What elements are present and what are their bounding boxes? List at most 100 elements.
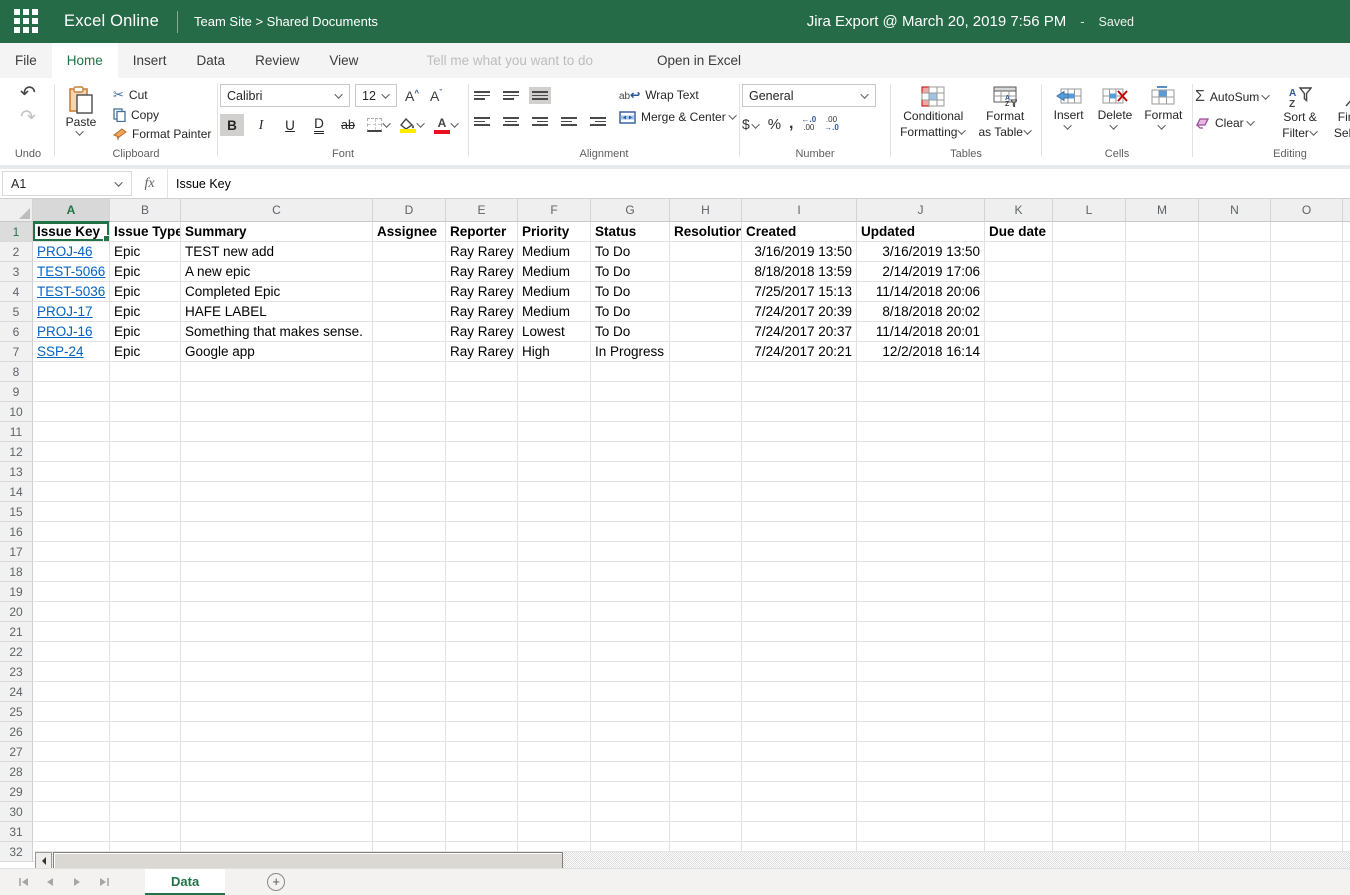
cell-B2[interactable]: Epic: [110, 242, 181, 262]
tell-me-input[interactable]: Tell me what you want to do: [411, 43, 608, 78]
cell-D6[interactable]: [373, 322, 446, 342]
underline-button[interactable]: U: [278, 114, 302, 136]
cell-N16[interactable]: [1199, 522, 1271, 542]
row-header-15[interactable]: 15: [0, 502, 33, 522]
cell-B4[interactable]: Epic: [110, 282, 181, 302]
tab-insert[interactable]: Insert: [118, 43, 182, 78]
percent-format-button[interactable]: %: [768, 116, 781, 133]
cell-O25[interactable]: [1271, 702, 1343, 722]
fill-color-button[interactable]: [398, 117, 427, 133]
cell-I11[interactable]: [742, 422, 857, 442]
add-sheet-button[interactable]: +: [267, 873, 285, 891]
cell-F24[interactable]: [518, 682, 591, 702]
cell-C9[interactable]: [181, 382, 373, 402]
cell-K30[interactable]: [985, 802, 1053, 822]
cell-H5[interactable]: [670, 302, 742, 322]
cell-D25[interactable]: [373, 702, 446, 722]
row-header-6[interactable]: 6: [0, 322, 33, 342]
cell-E8[interactable]: [446, 362, 518, 382]
cell-H25[interactable]: [670, 702, 742, 722]
cell-O9[interactable]: [1271, 382, 1343, 402]
cell-E20[interactable]: [446, 602, 518, 622]
cell-D8[interactable]: [373, 362, 446, 382]
cell-L24[interactable]: [1053, 682, 1126, 702]
cell-M25[interactable]: [1126, 702, 1199, 722]
cell-H7[interactable]: [670, 342, 742, 362]
cell-B19[interactable]: [110, 582, 181, 602]
cell-O5[interactable]: [1271, 302, 1343, 322]
cell-O11[interactable]: [1271, 422, 1343, 442]
cell-G7[interactable]: In Progress: [591, 342, 670, 362]
cell-C4[interactable]: Completed Epic: [181, 282, 373, 302]
cell-C7[interactable]: Google app: [181, 342, 373, 362]
cell-H19[interactable]: [670, 582, 742, 602]
cell-E14[interactable]: [446, 482, 518, 502]
row-header-20[interactable]: 20: [0, 602, 33, 622]
cell-O29[interactable]: [1271, 782, 1343, 802]
cell-C10[interactable]: [181, 402, 373, 422]
cell-J20[interactable]: [857, 602, 985, 622]
top-align-button[interactable]: [471, 87, 493, 104]
cell-D2[interactable]: [373, 242, 446, 262]
cell-A19[interactable]: [33, 582, 110, 602]
cell-A15[interactable]: [33, 502, 110, 522]
cell-B10[interactable]: [110, 402, 181, 422]
cell-E17[interactable]: [446, 542, 518, 562]
cell-D4[interactable]: [373, 282, 446, 302]
cell-K8[interactable]: [985, 362, 1053, 382]
cell-J18[interactable]: [857, 562, 985, 582]
cell-E7[interactable]: Ray Rarey: [446, 342, 518, 362]
cell-L17[interactable]: [1053, 542, 1126, 562]
cell-C6[interactable]: Something that makes sense.: [181, 322, 373, 342]
cell-M27[interactable]: [1126, 742, 1199, 762]
cell-A2[interactable]: PROJ-46: [33, 242, 110, 262]
cell-I12[interactable]: [742, 442, 857, 462]
format-cells-button[interactable]: Format: [1140, 84, 1186, 130]
cell-M30[interactable]: [1126, 802, 1199, 822]
cell-N12[interactable]: [1199, 442, 1271, 462]
column-header-E[interactable]: E: [446, 199, 518, 222]
tab-home[interactable]: Home: [52, 43, 118, 78]
cell-C8[interactable]: [181, 362, 373, 382]
merge-center-button[interactable]: Merge & Center: [619, 110, 737, 124]
cell-H12[interactable]: [670, 442, 742, 462]
cell-A6[interactable]: PROJ-16: [33, 322, 110, 342]
cell-B18[interactable]: [110, 562, 181, 582]
cell-F15[interactable]: [518, 502, 591, 522]
cell-O13[interactable]: [1271, 462, 1343, 482]
cell-F5[interactable]: Medium: [518, 302, 591, 322]
cell-J8[interactable]: [857, 362, 985, 382]
cell-M8[interactable]: [1126, 362, 1199, 382]
cell-L18[interactable]: [1053, 562, 1126, 582]
tab-file[interactable]: File: [0, 43, 52, 78]
cell-E18[interactable]: [446, 562, 518, 582]
cell-G6[interactable]: To Do: [591, 322, 670, 342]
cell-H26[interactable]: [670, 722, 742, 742]
cell-L19[interactable]: [1053, 582, 1126, 602]
cell-B12[interactable]: [110, 442, 181, 462]
cell-J26[interactable]: [857, 722, 985, 742]
cell-I14[interactable]: [742, 482, 857, 502]
cell-C21[interactable]: [181, 622, 373, 642]
cell-N24[interactable]: [1199, 682, 1271, 702]
cell-F7[interactable]: High: [518, 342, 591, 362]
align-right-button[interactable]: [529, 113, 551, 130]
cell-A24[interactable]: [33, 682, 110, 702]
cell-O21[interactable]: [1271, 622, 1343, 642]
cell-N23[interactable]: [1199, 662, 1271, 682]
cell-M14[interactable]: [1126, 482, 1199, 502]
cell-B29[interactable]: [110, 782, 181, 802]
cell-C11[interactable]: [181, 422, 373, 442]
cell-A13[interactable]: [33, 462, 110, 482]
cell-F14[interactable]: [518, 482, 591, 502]
cell-J9[interactable]: [857, 382, 985, 402]
cell-C25[interactable]: [181, 702, 373, 722]
cell-F20[interactable]: [518, 602, 591, 622]
cell-I6[interactable]: 7/24/2017 20:37: [742, 322, 857, 342]
cell-D10[interactable]: [373, 402, 446, 422]
cell-E31[interactable]: [446, 822, 518, 842]
cell-E22[interactable]: [446, 642, 518, 662]
cell-L26[interactable]: [1053, 722, 1126, 742]
cell-A21[interactable]: [33, 622, 110, 642]
cell-G10[interactable]: [591, 402, 670, 422]
